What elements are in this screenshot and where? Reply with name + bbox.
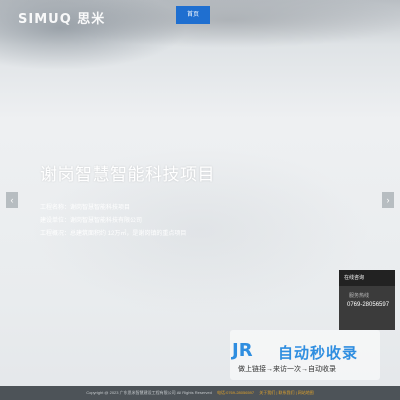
slider-prev-button[interactable]: ‹ — [6, 192, 18, 208]
hotline-phone[interactable]: 0769-28056597 — [339, 299, 395, 308]
watermark-subtext: 做上链接→来访一次→自动收录 — [238, 366, 336, 373]
watermark-text: 自动秒收录 — [278, 344, 359, 362]
hotline-label: 服务热线 — [349, 293, 370, 299]
footer-copyright: Copyright @ 2023 广东思米智慧建设工程有限公司 All Righ… — [86, 390, 212, 395]
online-consult-title[interactable]: 在线咨询 — [339, 270, 395, 286]
project-info-name: 工程名称：谢岗智慧智能科技项目 — [40, 205, 131, 211]
slider-next-button[interactable]: › — [382, 192, 394, 208]
chevron-right-icon: › — [386, 195, 390, 205]
watermark-overlay: JR 自动秒收录 做上链接→来访一次→自动收录 — [230, 330, 380, 380]
project-info-builder: 建设单位：谢岗智慧智能科技有限公司 — [40, 218, 143, 224]
watermark-logo: JR — [232, 340, 253, 361]
project-info: 工程名称：谢岗智慧智能科技项目 建设单位：谢岗智慧智能科技有限公司 工程概况：总… — [40, 202, 186, 241]
footer-links[interactable]: 关于我们 | 联系我们 | 网站地图 — [259, 390, 314, 395]
chevron-left-icon: ‹ — [10, 195, 14, 205]
project-info-overview: 工程概况：总建筑面积约 12万㎡，是谢岗镇的重点项目 — [40, 231, 187, 237]
site-header: SIMUQ 思米 首页 — [0, 0, 400, 32]
nav-item-home[interactable]: 首页 — [176, 6, 210, 24]
online-consult-panel: 在线咨询 服务热线 0769-28056597 — [339, 270, 395, 330]
site-logo[interactable]: SIMUQ 思米 — [18, 8, 105, 27]
site-footer: Copyright @ 2023 广东思米智慧建设工程有限公司 All Righ… — [0, 386, 400, 400]
slide-title: 谢岗智慧智能科技项目 — [40, 165, 215, 184]
footer-phone[interactable]: 电话:0769-28056597 — [217, 390, 254, 395]
